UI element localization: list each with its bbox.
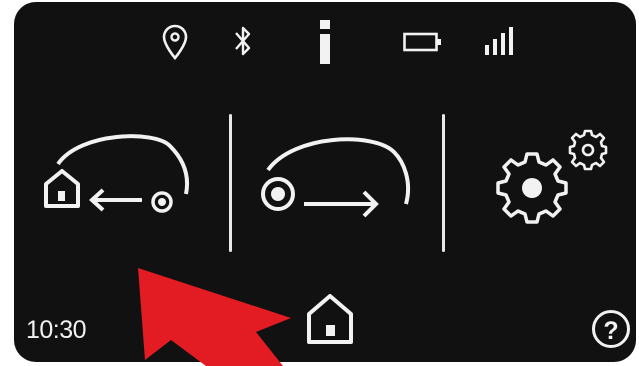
- clock-time: 10:30: [26, 316, 87, 344]
- start-mowing-icon[interactable]: [254, 128, 422, 226]
- info-icon[interactable]: [318, 20, 332, 64]
- signal-strength-icon: [485, 27, 513, 55]
- location-pin-icon: [162, 24, 188, 60]
- menu-divider: [229, 114, 232, 252]
- home-icon[interactable]: [304, 292, 356, 346]
- bluetooth-icon: [235, 26, 251, 56]
- help-icon[interactable]: ?: [591, 308, 631, 350]
- menu-divider: [442, 114, 445, 252]
- settings-icon[interactable]: [484, 128, 614, 230]
- svg-text:?: ?: [603, 317, 618, 345]
- battery-icon: [403, 32, 441, 52]
- park-in-station-icon[interactable]: [40, 126, 200, 228]
